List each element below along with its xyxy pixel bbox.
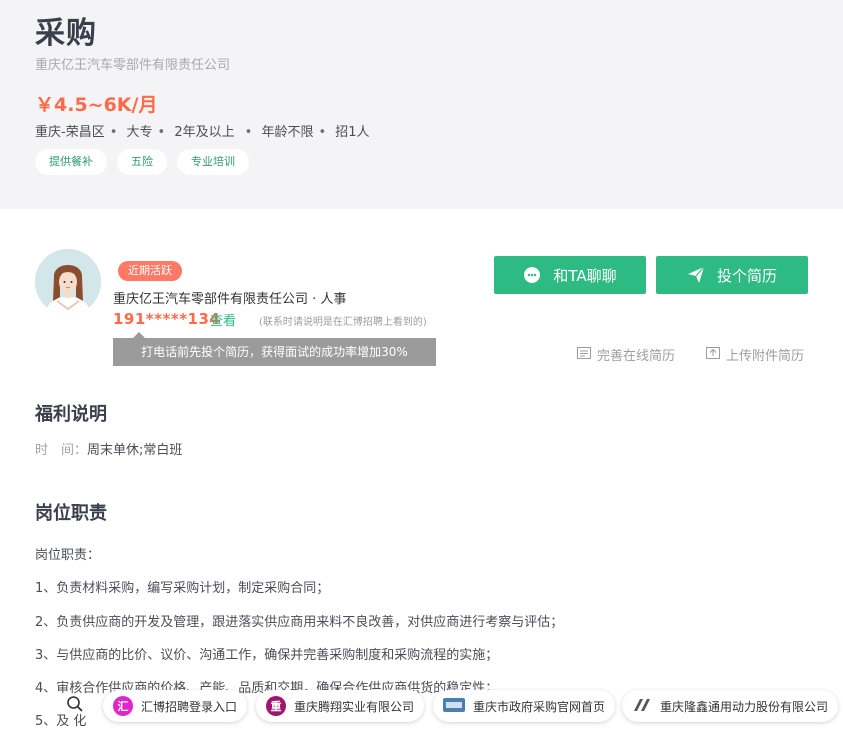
phone-note: (联系时请说明是在汇博招聘上看到的): [259, 317, 427, 328]
longxin-logo-icon: [632, 697, 652, 716]
related-link-label: 汇博招聘登录入口: [141, 699, 238, 714]
job-education: 大专: [126, 125, 153, 140]
apply-button[interactable]: 投个简历: [656, 256, 808, 294]
duty-line: 3、与供应商的比价、议价、沟通工作，确保并完善采购制度和采购流程的实施；: [35, 648, 499, 663]
view-phone-link[interactable]: 查看: [210, 310, 236, 329]
chat-icon: [523, 266, 541, 284]
upload-resume-label: 上传附件简历: [726, 349, 805, 364]
masked-phone: 191*****134: [113, 310, 221, 328]
resume-icon: [577, 346, 591, 363]
duty-line: 岗位职责：: [35, 548, 101, 563]
complete-online-resume-label: 完善在线简历: [597, 349, 676, 364]
recruiter-name: 重庆亿王汽车零部件有限责任公司 · 人事: [113, 292, 347, 307]
related-link-label: 重庆腾翔实业有限公司: [294, 699, 415, 714]
related-link-gov-procurement[interactable]: 重庆市政府采购官网首页: [433, 690, 616, 722]
job-title: 采购: [35, 16, 97, 51]
apply-tip: 打电话前先投个简历，获得面试的成功率增加30%: [113, 332, 436, 366]
related-link-huibo-login[interactable]: 汇 汇博招聘登录入口: [103, 690, 248, 722]
related-link-tengxiang[interactable]: 重 重庆腾翔实业有限公司: [256, 690, 425, 722]
benefit-tag: 专业培训: [177, 149, 249, 175]
send-icon: [687, 266, 705, 284]
welfare-heading: 福利说明: [35, 404, 107, 425]
related-link-longxin[interactable]: 重庆隆鑫通用动力股份有限公司: [622, 690, 839, 722]
duties-heading: 岗位职责: [35, 503, 107, 524]
related-links-bar: 汇 汇博招聘登录入口 重 重庆腾翔实业有限公司 重庆市政府采购官网首页 重庆隆鑫…: [0, 688, 843, 722]
job-header: 采购 重庆亿王汽车零部件有限责任公司 ￥4.5~6K/月 重庆-荣昌区 • 大专 •…: [0, 0, 843, 209]
related-link-label: 重庆隆鑫通用动力股份有限公司: [660, 699, 829, 714]
chat-button-label: 和TA聊聊: [553, 266, 617, 285]
company-name[interactable]: 重庆亿王汽车零部件有限责任公司: [35, 54, 230, 73]
duty-line: 2、负责供应商的开发及管理，跟进落实供应商用来料不良改善，对供应商进行考察与评估…: [35, 615, 564, 630]
related-link-label: 重庆市政府采购官网首页: [473, 699, 606, 714]
salary: ￥4.5~6K/月: [35, 94, 158, 116]
upload-icon: [706, 346, 720, 363]
benefit-tag: 提供餐补: [35, 149, 107, 175]
work-time-row: 时 间：周末单休;常白班: [35, 439, 182, 458]
benefit-tags: 提供餐补 五险 专业培训: [35, 149, 249, 175]
job-age: 年龄不限: [261, 125, 314, 140]
recruiter-avatar: [35, 249, 101, 315]
apply-button-label: 投个简历: [716, 266, 777, 285]
job-headcount: 招1人: [335, 125, 370, 140]
huibo-logo-icon: 汇: [113, 696, 133, 716]
benefit-tag: 五险: [117, 149, 167, 175]
gov-logo-icon: [443, 697, 465, 715]
complete-online-resume-link[interactable]: 完善在线简历: [577, 345, 675, 364]
chat-button[interactable]: 和TA聊聊: [494, 256, 646, 294]
job-experience: 2年及以上: [174, 125, 235, 140]
duty-line: 1、负责材料采购，编写采购计划，制定采购合同；: [35, 581, 330, 596]
work-time-value: 周末单休;常白班: [87, 443, 183, 458]
tengxiang-logo-icon: 重: [266, 696, 286, 716]
active-badge: 近期活跃: [118, 261, 182, 281]
search-icon[interactable]: [66, 695, 84, 717]
job-location: 重庆-荣昌区: [35, 125, 105, 140]
work-time-label: 时 间：: [35, 443, 88, 458]
job-meta: 重庆-荣昌区 • 大专 • 2年及以上 • 年龄不限 • 招1人: [35, 125, 370, 140]
upload-resume-link[interactable]: 上传附件简历: [706, 345, 804, 364]
